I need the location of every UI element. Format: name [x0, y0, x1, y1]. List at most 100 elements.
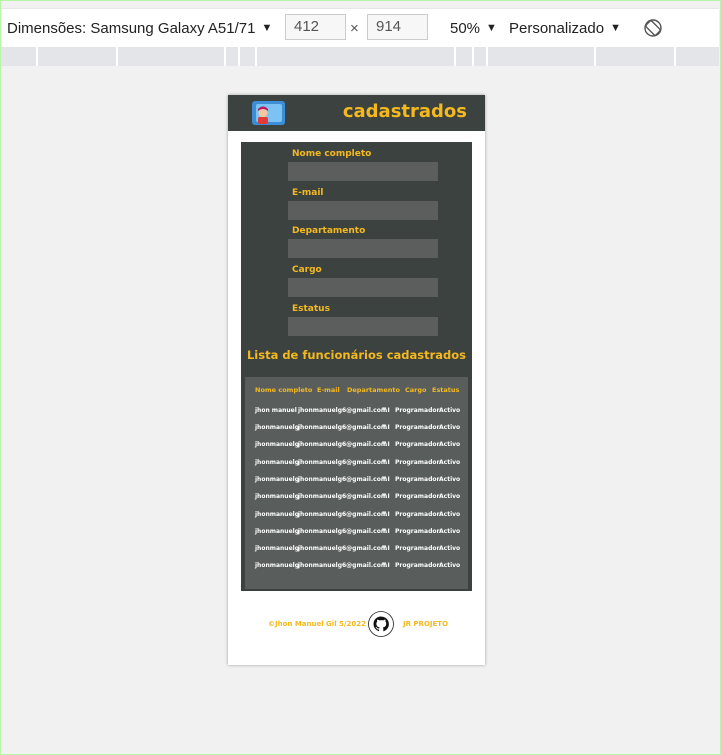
table-cell: jhonmanuelg6@gmail.com [298, 562, 388, 569]
table-row: jhonmanuelg jhonmanuelg6@gmail.com T.I Prog… [245, 424, 468, 434]
logo-icon [252, 101, 285, 125]
copyright-text: ©Jhon Manuel Gil 5/2022 [268, 620, 366, 628]
ruler-tick [238, 47, 240, 66]
table-cell: Activo [439, 476, 461, 483]
column-header: Departamento [347, 386, 400, 394]
field-departamento: Departamento [288, 225, 438, 258]
ruler-tick [472, 47, 474, 66]
ruler-tick [116, 47, 118, 66]
form-panel: Nome completo E-mail Departamento Cargo … [241, 142, 472, 591]
table-cell: Programador [395, 493, 440, 500]
table-cell: jhonmanuelg [255, 511, 299, 518]
table-cell: jhonmanuelg [255, 441, 299, 448]
table-cell: T.I [382, 545, 390, 552]
status-input[interactable] [288, 317, 438, 336]
table-cell: Activo [439, 511, 461, 518]
page-title: cadastrados [342, 101, 467, 122]
table-cell: T.I [382, 424, 390, 431]
employee-table: Nome completo E-mail Departamento Cargo … [245, 377, 468, 589]
table-cell: Activo [439, 528, 461, 535]
table-cell: T.I [382, 562, 390, 569]
table-row: jhonmanuelg jhonmanuelg6@gmail.com T.I Prog… [245, 476, 468, 486]
table-cell: T.I [382, 511, 390, 518]
table-cell: jhonmanuelg6@gmail.com [298, 424, 388, 431]
table-cell: jhonmanuelg [255, 424, 299, 431]
table-cell: jhonmanuelg [255, 545, 299, 552]
table-cell: jhonmanuelg6@gmail.com [298, 476, 388, 483]
table-cell: jhonmanuelg [255, 459, 299, 466]
table-cell: T.I [382, 441, 390, 448]
table-cell: jhonmanuelg6@gmail.com [298, 459, 388, 466]
zoom-label: 50% [450, 19, 481, 37]
height-input[interactable]: 914 [367, 14, 428, 40]
field-label: Cargo [292, 265, 322, 275]
column-header: Nome completo [255, 386, 313, 394]
role-input[interactable] [288, 278, 438, 297]
field-estatus: Estatus [288, 303, 438, 336]
rotate-button[interactable] [643, 9, 663, 47]
column-header: Estatus [432, 386, 460, 394]
table-row: jhonmanuelg jhonmanuelg6@gmail.com T.I Prog… [245, 562, 468, 572]
table-cell: Activo [439, 441, 461, 448]
table-cell: jhonmanuelg6@gmail.com [298, 511, 388, 518]
table-cell: jhonmanuelg [255, 493, 299, 500]
table-row: jhonmanuelg jhonmanuelg6@gmail.com T.I Prog… [245, 441, 468, 451]
field-label: Estatus [292, 304, 330, 314]
github-icon[interactable] [368, 611, 394, 637]
media-query-ruler[interactable] [1, 47, 719, 66]
table-cell: jhonmanuelg6@gmail.com [298, 493, 388, 500]
table-cell: Activo [439, 424, 461, 431]
table-cell: Programador [395, 441, 440, 448]
times-icon: × [350, 19, 359, 37]
ruler-tick [594, 47, 596, 66]
table-cell: jhonmanuelg [255, 528, 299, 535]
field-label: Departamento [292, 226, 366, 236]
table-cell: jhon manuel [255, 407, 297, 414]
field-label: E-mail [292, 188, 324, 198]
throttle-select[interactable]: Personalizado ▼ [509, 9, 621, 47]
table-cell: Programador [395, 476, 440, 483]
column-header: E-mail [317, 386, 340, 394]
device-label: Dimensões: Samsung Galaxy A51/71 [7, 19, 256, 37]
table-cell: T.I [382, 528, 390, 535]
table-cell: Programador [395, 424, 440, 431]
table-cell: Activo [439, 562, 461, 569]
table-row: jhon manuel jhonmanuelg6@gmail.com T.I Prog… [245, 407, 468, 417]
table-cell: Activo [439, 407, 461, 414]
field-email: E-mail [288, 187, 438, 220]
table-header: Nome completo E-mail Departamento Cargo … [245, 386, 468, 398]
table-cell: jhonmanuelg [255, 476, 299, 483]
table-cell: Programador [395, 562, 440, 569]
table-cell: Activo [439, 459, 461, 466]
chevron-down-icon: ▼ [261, 22, 273, 34]
rotate-icon [644, 19, 662, 37]
table-cell: jhonmanuelg6@gmail.com [298, 407, 388, 414]
device-select[interactable]: Dimensões: Samsung Galaxy A51/71 ▼ [7, 9, 272, 47]
device-toolbar: Dimensões: Samsung Galaxy A51/71 ▼ 412 ×… [1, 8, 719, 48]
table-cell: jhonmanuelg6@gmail.com [298, 528, 388, 535]
table-row: jhonmanuelg jhonmanuelg6@gmail.com T.I Prog… [245, 511, 468, 521]
ruler-tick [486, 47, 488, 66]
table-cell: Programador [395, 407, 440, 414]
department-input[interactable] [288, 239, 438, 258]
table-row: jhonmanuelg jhonmanuelg6@gmail.com T.I Prog… [245, 459, 468, 469]
width-input[interactable]: 412 [285, 14, 346, 40]
name-input[interactable] [288, 162, 438, 181]
throttle-label: Personalizado [509, 19, 605, 37]
table-cell: Programador [395, 511, 440, 518]
zoom-select[interactable]: 50% ▼ [450, 9, 497, 47]
list-title: Lista de funcionários cadastrados [246, 348, 467, 362]
table-cell: Activo [439, 493, 461, 500]
field-label: Nome completo [292, 149, 372, 159]
chevron-down-icon: ▼ [610, 22, 621, 34]
table-cell: jhonmanuelg6@gmail.com [298, 441, 388, 448]
table-cell: Activo [439, 545, 461, 552]
table-row: jhonmanuelg jhonmanuelg6@gmail.com T.I Prog… [245, 493, 468, 503]
field-cargo: Cargo [288, 264, 438, 297]
table-cell: Programador [395, 459, 440, 466]
ruler-tick [224, 47, 226, 66]
table-cell: jhonmanuelg6@gmail.com [298, 545, 388, 552]
email-input[interactable] [288, 201, 438, 220]
table-row: jhonmanuelg jhonmanuelg6@gmail.com T.I Prog… [245, 528, 468, 538]
project-link[interactable]: JR PROJETO [403, 620, 448, 628]
